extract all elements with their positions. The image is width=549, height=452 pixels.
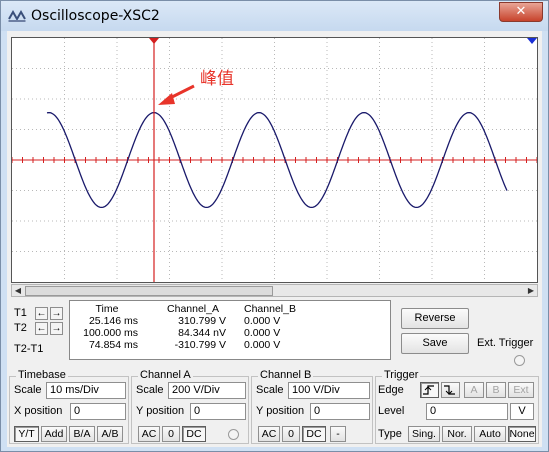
t1-label: T1	[14, 307, 27, 319]
mode-add-button[interactable]: Add	[41, 426, 67, 442]
t2-t1-channel-a: -310.799 V	[174, 339, 226, 351]
col-header-channel-a: Channel_A	[167, 302, 219, 315]
trigger-source-a-button[interactable]: A	[464, 382, 484, 398]
window-title: Oscilloscope-XSC2	[31, 8, 160, 24]
scroll-right-arrow-icon[interactable]: ▶	[525, 286, 537, 296]
channel-b-group: Channel B Scale 100 V/Div Y position 0 A…	[251, 369, 373, 444]
x-position-label: X position	[14, 405, 63, 417]
t2-t1-channel-b: 0.000 V	[244, 339, 281, 351]
channel-a-ypos-label: Y position	[136, 405, 185, 417]
cursor-t1-marker-icon	[149, 38, 159, 44]
channel-b-scale-field[interactable]: 100 V/Div	[288, 382, 370, 399]
table-row: 100.000 ms 84.344 nV 0.000 V	[76, 327, 324, 339]
cursor-readout-table: Time Channel_A Channel_B 25.146 ms 310.7…	[69, 300, 391, 360]
oscilloscope-window: Oscilloscope-XSC2 ✕ 峰值 ◀ ▶ T1 ← → T2 ← →…	[0, 0, 549, 452]
x-position-field[interactable]: 0	[70, 403, 126, 420]
oscilloscope-app-icon	[8, 9, 26, 22]
title-bar[interactable]: Oscilloscope-XSC2 ✕	[1, 1, 548, 31]
channel-a-scale-label: Scale	[136, 384, 164, 396]
oscilloscope-panel: 峰值 ◀ ▶ T1 ← → T2 ← → T2-T1 Time Channel_…	[7, 31, 542, 447]
rising-edge-icon[interactable]	[420, 382, 439, 398]
close-button[interactable]: ✕	[499, 2, 543, 22]
oscilloscope-screen: 峰值	[11, 37, 538, 283]
trigger-single-button[interactable]: Sing.	[408, 426, 440, 442]
trigger-source-b-button[interactable]: B	[486, 382, 506, 398]
channel-a-scale-field[interactable]: 200 V/Div	[168, 382, 246, 399]
trigger-level-label: Level	[378, 405, 405, 417]
scroll-thumb[interactable]	[25, 286, 273, 296]
trigger-level-field[interactable]: 0	[426, 403, 508, 420]
cursor-readout-area: T1 ← → T2 ← → T2-T1 Time Channel_A Chann…	[11, 299, 391, 363]
channel-a-ypos-field[interactable]: 0	[190, 403, 246, 420]
t2-channel-a: 84.344 nV	[178, 327, 226, 339]
channel-b-invert-button[interactable]: -	[330, 426, 346, 442]
channel-b-ypos-label: Y position	[256, 405, 305, 417]
channel-b-zero-button[interactable]: 0	[282, 426, 300, 442]
timebase-scale-label: Scale	[14, 384, 42, 396]
trigger-none-button[interactable]: None	[508, 426, 536, 442]
t1-time: 25.146 ms	[88, 315, 138, 327]
waveform-plot: 峰值	[12, 38, 537, 282]
scroll-left-arrow-icon[interactable]: ◀	[12, 286, 24, 296]
table-row: 25.146 ms 310.799 V 0.000 V	[76, 315, 324, 327]
channel-a-group: Channel A Scale 200 V/Div Y position 0 A…	[131, 369, 249, 444]
channel-a-title: Channel A	[138, 369, 193, 381]
reverse-button[interactable]: Reverse	[401, 308, 469, 329]
trigger-normal-button[interactable]: Nor.	[442, 426, 472, 442]
channel-a-ac-button[interactable]: AC	[138, 426, 160, 442]
channel-a-zero-button[interactable]: 0	[162, 426, 180, 442]
trigger-auto-button[interactable]: Auto	[474, 426, 506, 442]
channel-a-dc-button[interactable]: DC	[182, 426, 206, 442]
t1-right-arrow-icon[interactable]: →	[50, 307, 63, 320]
t2-t1-time: 74.854 ms	[88, 339, 138, 351]
t2-t1-label: T2-T1	[14, 343, 44, 355]
trigger-level-unit[interactable]: V	[510, 403, 534, 420]
cursor-t2-marker-icon	[527, 38, 537, 44]
channel-b-ypos-field[interactable]: 0	[310, 403, 370, 420]
timebase-scale-field[interactable]: 10 ms/Div	[46, 382, 126, 399]
channel-b-scale-label: Scale	[256, 384, 284, 396]
trigger-source-ext-button[interactable]: Ext	[508, 382, 534, 398]
falling-edge-icon[interactable]	[441, 382, 460, 398]
timebase-title: Timebase	[16, 369, 68, 381]
save-button[interactable]: Save	[401, 333, 469, 354]
trigger-edge-label: Edge	[378, 384, 404, 396]
channel-b-title: Channel B	[258, 369, 314, 381]
table-row: 74.854 ms -310.799 V 0.000 V	[76, 339, 324, 351]
channel-b-dc-button[interactable]: DC	[302, 426, 326, 442]
t1-channel-b: 0.000 V	[244, 315, 281, 327]
t2-right-arrow-icon[interactable]: →	[50, 322, 63, 335]
mode-yt-button[interactable]: Y/T	[14, 426, 39, 442]
ext-trigger-terminal[interactable]	[514, 355, 525, 366]
mode-ab-button[interactable]: A/B	[97, 426, 123, 442]
col-header-time: Time	[95, 302, 119, 315]
t1-left-arrow-icon[interactable]: ←	[35, 307, 48, 320]
channel-a-terminal[interactable]	[228, 429, 239, 440]
ext-trigger-label: Ext. Trigger	[477, 337, 534, 349]
trigger-group: Trigger Edge A B Ext Level 0 V Type Sing…	[375, 369, 539, 444]
t1-channel-a: 310.799 V	[178, 315, 226, 327]
t2-time: 100.000 ms	[83, 327, 138, 339]
peak-annotation: 峰值	[200, 69, 234, 89]
t2-left-arrow-icon[interactable]: ←	[35, 322, 48, 335]
trigger-type-label: Type	[378, 428, 402, 440]
col-header-channel-b: Channel_B	[244, 302, 296, 315]
channel-b-ac-button[interactable]: AC	[258, 426, 280, 442]
screen-scrollbar[interactable]: ◀ ▶	[11, 284, 538, 297]
t2-channel-b: 0.000 V	[244, 327, 281, 339]
t2-label: T2	[14, 322, 27, 334]
trigger-title: Trigger	[382, 369, 421, 381]
timebase-group: Timebase Scale 10 ms/Div X position 0 Y/…	[9, 369, 129, 444]
mode-ba-button[interactable]: B/A	[69, 426, 95, 442]
